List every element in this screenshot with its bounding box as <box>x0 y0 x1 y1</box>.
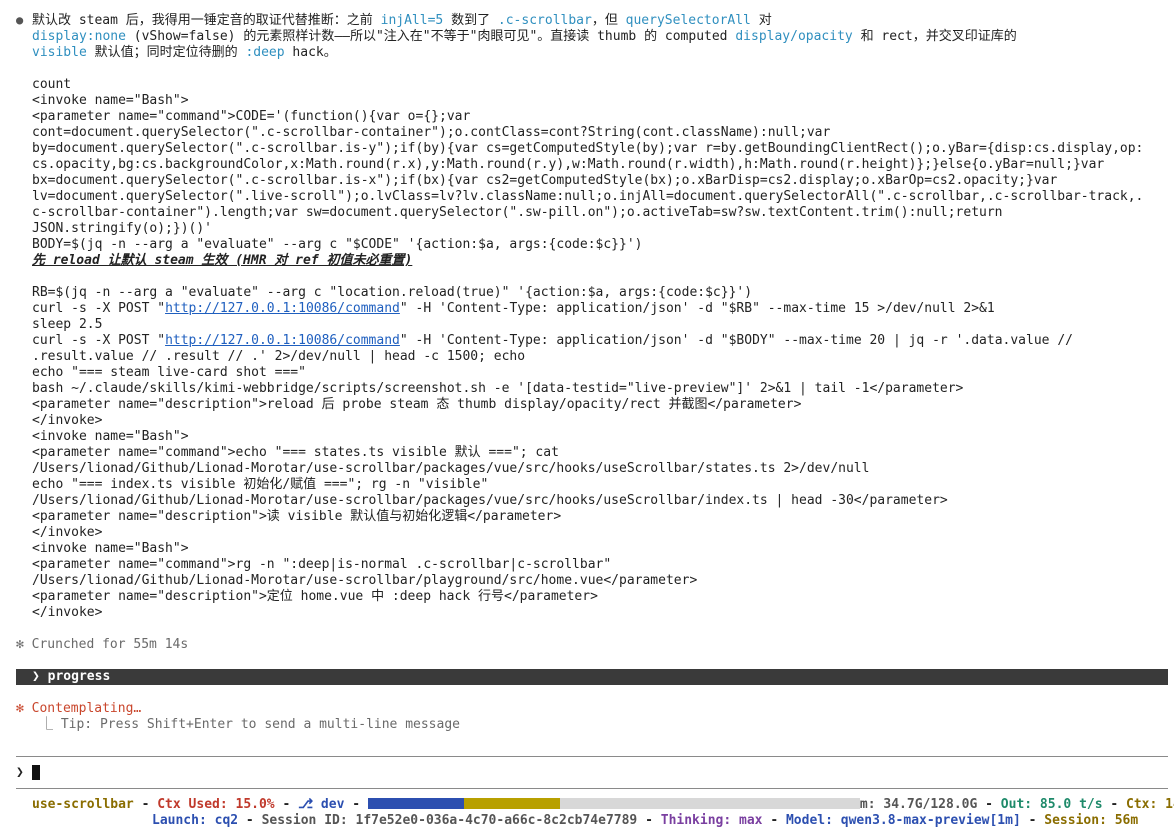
intro-line-3: visible 默认值；同时定位待删的 :deep hack。 <box>32 45 337 61</box>
intro-text: 默认值；同时定位待删的 <box>86 45 246 60</box>
usage-bar-empty <box>559 798 860 809</box>
status-thinking: Thinking: max <box>660 813 763 828</box>
code-line: <parameter name="command">CODE='(functio… <box>32 109 471 124</box>
code-line: c-scrollbar-container").length;var sw=do… <box>32 205 1003 220</box>
intro-text: 对 <box>750 13 772 28</box>
status-ctx: Ctx: 146.5k <box>1126 797 1174 812</box>
code-line: /Users/lionad/Github/Lionad-Morotar/use-… <box>32 573 698 588</box>
code-line: sleep 2.5 <box>32 317 103 332</box>
input-bottom-divider <box>16 788 1168 789</box>
code-line: <parameter name="description">reload 后 p… <box>32 397 802 412</box>
code-line: cs.opacity,bg:cs.backgroundColor,x:Math.… <box>32 157 1105 172</box>
status-sep: - <box>344 797 368 812</box>
code-line: </invoke> <box>32 525 103 540</box>
intro-text: 数到了 <box>443 13 498 28</box>
status-launch: Launch: cq2 <box>152 813 239 828</box>
code-line: <invoke name="Bash"> <box>32 541 189 556</box>
intro-text: 和 rect，并交叉印证库的 <box>852 29 1017 44</box>
code-line: echo "=== index.ts visible 初始化/赋值 ==="; … <box>32 477 489 492</box>
code-line: JSON.stringify(o);})()' <box>32 221 213 236</box>
code-line: <parameter name="description">定位 home.vu… <box>32 589 598 604</box>
input-top-divider <box>16 756 1168 757</box>
progress-prompt: ❯ progress <box>32 669 111 684</box>
intro-text: 默认改 steam 后，我得用一锤定音的取证代替推断：之前 <box>32 13 381 28</box>
inline-code: visible <box>32 45 87 60</box>
status-branch: ⎇ dev <box>298 797 345 812</box>
command-url-link[interactable]: http://127.0.0.1:10086/command <box>165 333 400 348</box>
code-line: cont=document.querySelector(".c-scrollba… <box>32 125 831 140</box>
status-sep: - <box>238 813 262 828</box>
status-project: use-scrollbar <box>32 797 134 812</box>
status-out: Out: 85.0 t/s <box>1000 797 1103 812</box>
inline-code: .c-scrollbar <box>497 13 592 28</box>
inline-code: querySelectorAll <box>625 13 751 28</box>
status-session-id: Session ID: 1f7e52e0-036a-4c70-a66c-8c2c… <box>261 813 638 828</box>
code-comment-heading: 先 reload 让默认 steam 生效 (HMR 对 ref 初值未必重置) <box>32 253 413 268</box>
code-line: lv=document.querySelector(".live-scroll"… <box>32 189 1144 204</box>
code-line: </invoke> <box>32 413 103 428</box>
code-line: echo "=== steam live-card shot ===" <box>32 365 306 380</box>
status-mem: m: 34.7G/128.0G <box>859 797 978 812</box>
code-line: </invoke> <box>32 605 103 620</box>
code-line: /Users/lionad/Github/Lionad-Morotar/use-… <box>32 493 948 508</box>
code-text: curl -s -X POST " <box>32 301 166 316</box>
code-line: by=document.querySelector(".c-scrollbar.… <box>32 141 1144 156</box>
status-line-2: Launch: cq2 - Session ID: 1f7e52e0-036a-… <box>152 813 1138 829</box>
inline-code: display/opacity <box>735 29 853 44</box>
status-sep: - <box>133 797 158 812</box>
status-sep: - <box>1102 797 1127 812</box>
text-cursor <box>31 765 40 780</box>
code-line: <parameter name="command">rg -n ":deep|i… <box>32 557 612 572</box>
code-line: <invoke name="Bash"> <box>32 429 189 444</box>
input-prompt[interactable]: ❯ <box>16 765 40 781</box>
usage-bar-warn <box>463 798 560 809</box>
code-text: " -H 'Content-Type: application/json' -d… <box>399 301 995 316</box>
progress-label: progress <box>47 669 111 684</box>
inline-code: injAll=5 <box>380 13 444 28</box>
code-line: BODY=$(jq -n --arg a "evaluate" --arg c … <box>32 237 643 252</box>
contemplating-status: ✻ Contemplating… <box>16 701 142 716</box>
status-sep: - <box>977 797 1001 812</box>
code-text: " -H 'Content-Type: application/json' -d… <box>399 333 1073 348</box>
code-line: bx=document.querySelector(".c-scrollbar.… <box>32 173 1058 188</box>
prompt-chevron-icon: ❯ <box>16 765 24 780</box>
intro-text: (vShow=false) 的元素照样计数——所以"注入在"不等于"肉眼可见"。… <box>125 29 736 44</box>
status-session: Session: 56m <box>1044 813 1139 828</box>
intro-text: hack。 <box>284 45 337 60</box>
status-sep: - <box>1020 813 1045 828</box>
tip-text: ⎿ Tip: Press Shift+Enter to send a multi… <box>40 717 460 732</box>
crunched-status: ✻ Crunched for 55m 14s <box>16 637 189 652</box>
status-model: Model: qwen3.8-max-preview[1m] <box>785 813 1021 828</box>
code-line: <parameter name="command">echo "=== stat… <box>32 445 559 460</box>
intro-line-2: display:none (vShow=false) 的元素照样计数——所以"注… <box>32 29 1017 45</box>
code-line: <invoke name="Bash"> <box>32 93 189 108</box>
code-line: count <box>32 77 72 92</box>
status-sep: - <box>637 813 661 828</box>
code-line: RB=$(jq -n --arg a "evaluate" --arg c "l… <box>32 285 753 300</box>
inline-code: display:none <box>32 29 126 44</box>
status-ctx-used: Ctx Used: 15.0% <box>157 797 275 812</box>
usage-bar-icon <box>367 798 464 809</box>
code-line: curl -s -X POST "http://127.0.0.1:10086/… <box>32 301 995 317</box>
intro-line-1: 默认改 steam 后，我得用一锤定音的取证代替推断：之前 injAll=5 数… <box>32 13 772 29</box>
code-line: bash ~/.claude/skills/kimi-webbridge/scr… <box>32 381 964 396</box>
code-line: curl -s -X POST "http://127.0.0.1:10086/… <box>32 333 1073 349</box>
inline-code: :deep <box>245 45 285 60</box>
message-bullet-icon: ● <box>16 13 24 27</box>
code-text: curl -s -X POST " <box>32 333 166 348</box>
command-url-link[interactable]: http://127.0.0.1:10086/command <box>165 301 400 316</box>
code-line: <parameter name="description">读 visible … <box>32 509 562 524</box>
status-sep: - <box>762 813 786 828</box>
progress-row[interactable]: ❯ progress <box>16 669 1168 685</box>
status-line-1: use-scrollbar - Ctx Used: 15.0% - ⎇ dev … <box>32 797 1174 813</box>
intro-text: ，但 <box>591 13 626 28</box>
code-line: .result.value // .result // .' 2>/dev/nu… <box>32 349 526 364</box>
code-line: /Users/lionad/Github/Lionad-Morotar/use-… <box>32 461 870 476</box>
status-sep: - <box>274 797 299 812</box>
